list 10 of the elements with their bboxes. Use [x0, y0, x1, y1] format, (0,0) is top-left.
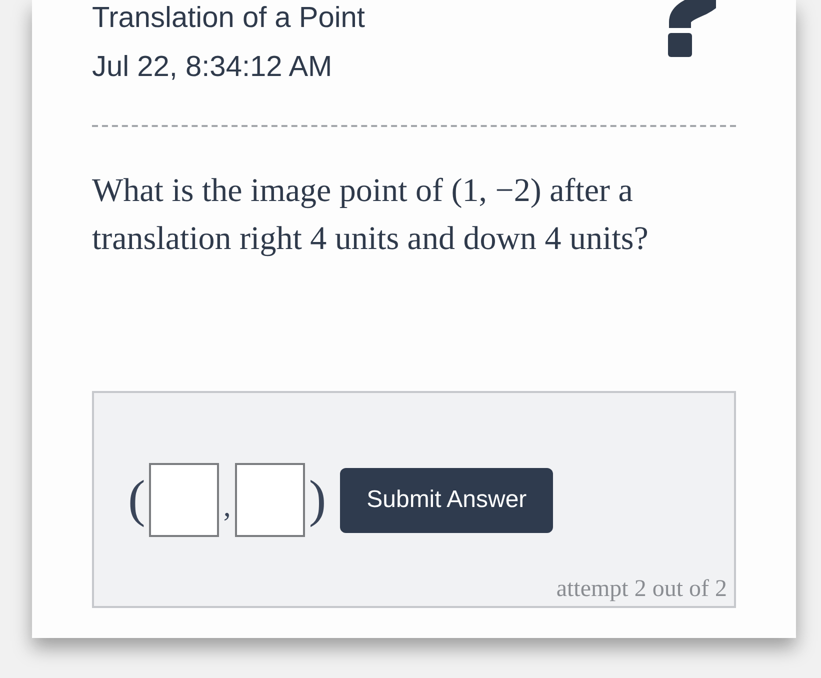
question-text: What is the image point of (1, −2) after a translation right 4 units and down 4 units? [92, 172, 650, 259]
lesson-title: Translation of a Point [92, 1, 365, 36]
comma: , [223, 492, 231, 522]
parenthesis: ( [128, 470, 146, 530]
attempt-counter: attempt 2 out of 2 [556, 575, 727, 604]
answer-box[interactable] [149, 463, 220, 537]
parenthesis: ) [308, 470, 326, 530]
timestamp: Jul 22, 8:34:12 AM [92, 50, 332, 85]
answer-box[interactable] [234, 463, 305, 537]
submit-answer-button[interactable]: Submit Answer [340, 468, 554, 532]
